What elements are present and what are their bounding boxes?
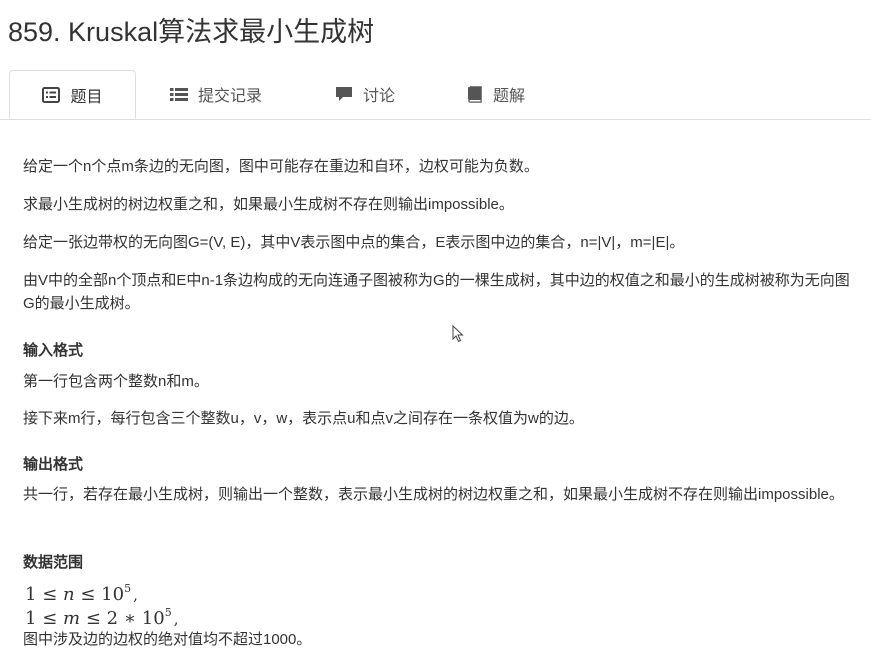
statement-paragraph: 求最小生成树的树边权重之和，如果最小生成树不存在则输出impossible。 <box>23 196 514 213</box>
statement-paragraph: 给定一个n个点m条边的无向图，图中可能存在重边和自环，边权可能为负数。 <box>23 158 539 175</box>
output-format-heading: 输出格式 <box>23 456 84 473</box>
tab-bar: 题目 提交记录 讨论 题解 <box>0 70 871 120</box>
tab-submissions-label: 提交记录 <box>198 88 263 105</box>
tab-solutions-label: 题解 <box>493 88 526 105</box>
input-format-heading: 输入格式 <box>23 342 84 359</box>
mouse-pointer-icon <box>452 324 464 348</box>
statement-paragraph: 给定一张边带权的无向图G=(V, E)，其中V表示图中点的集合，E表示图中边的集… <box>23 234 685 251</box>
range-formula-m: 1 ≤ m ≤ 2 ∗ 105, <box>25 606 179 629</box>
input-format-line: 接下来m行，每行包含三个整数u，v，w，表示点u和点v之间存在一条权值为w的边。 <box>23 410 584 427</box>
tab-discussion[interactable]: 讨论 <box>335 70 395 118</box>
list-icon <box>170 87 188 102</box>
tab-solutions[interactable]: 题解 <box>467 70 525 118</box>
comment-icon <box>335 86 353 102</box>
input-format-line: 第一行包含两个整数n和m。 <box>23 373 209 390</box>
output-format-text: 共一行，若存在最小生成树，则输出一个整数，表示最小生成树的树边权重之和，如果最小… <box>23 486 844 503</box>
page-title: 859. Kruskal算法求最小生成树 <box>8 17 375 47</box>
data-range-note: 图中涉及边的边权的绝对值均不超过1000。 <box>23 631 312 648</box>
tab-problem[interactable]: 题目 <box>9 70 136 119</box>
data-range-heading: 数据范围 <box>23 554 84 571</box>
list-alt-icon <box>42 86 61 103</box>
book-icon <box>467 85 483 103</box>
tab-discussion-label: 讨论 <box>363 88 396 105</box>
problem-page: 859. Kruskal算法求最小生成树 题目 提交记录 讨论 题解 给定一个n… <box>0 0 871 655</box>
statement-paragraph: 由V中的全部n个顶点和E中n-1条边构成的无向连通子图被称为G的一棵生成树，其中… <box>23 272 850 312</box>
tab-submissions[interactable]: 提交记录 <box>170 70 262 118</box>
tab-problem-label: 题目 <box>70 88 103 106</box>
